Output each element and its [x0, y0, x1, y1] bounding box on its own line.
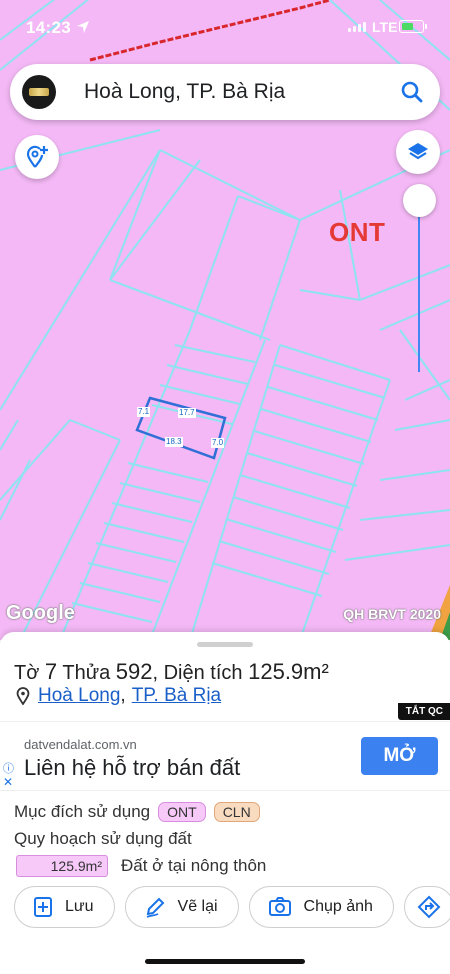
ad-close-icon[interactable]: ✕ [3, 775, 13, 789]
sheet-label: Tờ [14, 662, 40, 684]
save-button[interactable]: Lưu [14, 886, 115, 928]
parcel-info-sheet: Tờ 7 Thửa 592, Diện tích 125.9m² Hoà Lon… [0, 632, 450, 974]
planning-label: Quy hoạch sử dụng đất [14, 829, 192, 848]
layers-button[interactable] [396, 130, 440, 174]
purpose-label: Mục đích sử dụng [14, 802, 151, 821]
ad-domain: datvendalat.com.vn [24, 737, 137, 752]
network-type: LTE [372, 19, 398, 35]
add-location-button[interactable] [15, 135, 59, 179]
edit-pen-icon [146, 897, 164, 918]
usage-code-cln: CLN [213, 802, 260, 822]
status-time: 14:23 [26, 18, 71, 37]
status-bar: 14:23 LTE [0, 0, 450, 56]
planned-area-description: Đất ở tại nông thôn [121, 856, 267, 875]
action-buttons: Lưu Vẽ lại Chụp ảnh [14, 886, 450, 928]
directions-icon [417, 895, 441, 919]
lot-label: Thửa [62, 662, 111, 684]
commune-link[interactable]: Hoà Long [38, 685, 120, 707]
location-arrow-icon [77, 21, 89, 33]
camera-icon [268, 897, 291, 916]
ad-banner[interactable]: ⓘ ✕ datvendalat.com.vn Liên hệ hỗ trợ bá… [0, 721, 450, 791]
directions-button[interactable] [403, 886, 450, 928]
parcel-address: Hoà Long, TP. Bà Rịa [16, 685, 221, 707]
signal-icon [348, 22, 366, 32]
search-icon[interactable] [400, 80, 424, 104]
sheet-number: 7 [44, 659, 58, 684]
planning-row: Quy hoạch sử dụng đất [14, 829, 192, 849]
parcel-dimension-right: 7.0 [211, 438, 225, 448]
search-bar[interactable]: Hoà Long, TP. Bà Rịa [10, 64, 440, 120]
close-ad-button[interactable]: TẮT QC [397, 703, 450, 720]
purpose-row: Mục đích sử dụng ONT CLN [14, 802, 260, 822]
usage-code-ont: ONT [158, 802, 206, 822]
screenshot-button-label: Chụp ảnh [303, 898, 373, 915]
google-logo: Google [6, 602, 75, 624]
layers-icon [408, 143, 428, 160]
redraw-button[interactable]: Vẽ lại [124, 886, 239, 928]
opacity-slider-handle[interactable] [403, 184, 436, 217]
area-value: 125.9m² [248, 659, 329, 684]
location-pin-icon [16, 687, 30, 705]
ad-headline[interactable]: Liên hệ hỗ trợ bán đất [24, 755, 240, 781]
parcel-dimension-left: 7.1 [137, 407, 151, 417]
ad-info-icon[interactable]: ⓘ [3, 760, 14, 776]
area-label: , Diện tích [152, 662, 243, 684]
map-credit: QH BRVT 2020 [343, 606, 441, 622]
sheet-drag-handle[interactable] [197, 642, 253, 647]
planned-area-row: 125.9m² Đất ở tại nông thôn [14, 855, 266, 877]
avatar[interactable] [22, 75, 56, 109]
battery-icon [399, 20, 427, 33]
search-input[interactable]: Hoà Long, TP. Bà Rịa [84, 80, 285, 104]
zone-code-label: ONT [329, 217, 386, 247]
planned-area-value: 125.9m² [16, 855, 108, 877]
parcel-dimension-top: 17.7 [178, 408, 196, 418]
lot-number: 592 [115, 659, 153, 684]
parcel-title: Tờ 7 Thửa 592, Diện tích 125.9m² [14, 659, 329, 685]
opacity-slider-track[interactable] [418, 200, 420, 372]
bookmark-plus-icon [34, 897, 52, 917]
ad-open-button[interactable]: MỞ [361, 737, 438, 775]
parcel-dimension-bottom: 18.3 [165, 437, 183, 447]
add-location-icon [26, 145, 48, 168]
city-link[interactable]: TP. Bà Rịa [132, 685, 221, 707]
screenshot-button[interactable]: Chụp ảnh [248, 886, 394, 928]
save-button-label: Lưu [65, 898, 94, 915]
redraw-button-label: Vẽ lại [177, 898, 218, 915]
home-indicator[interactable] [145, 959, 305, 964]
